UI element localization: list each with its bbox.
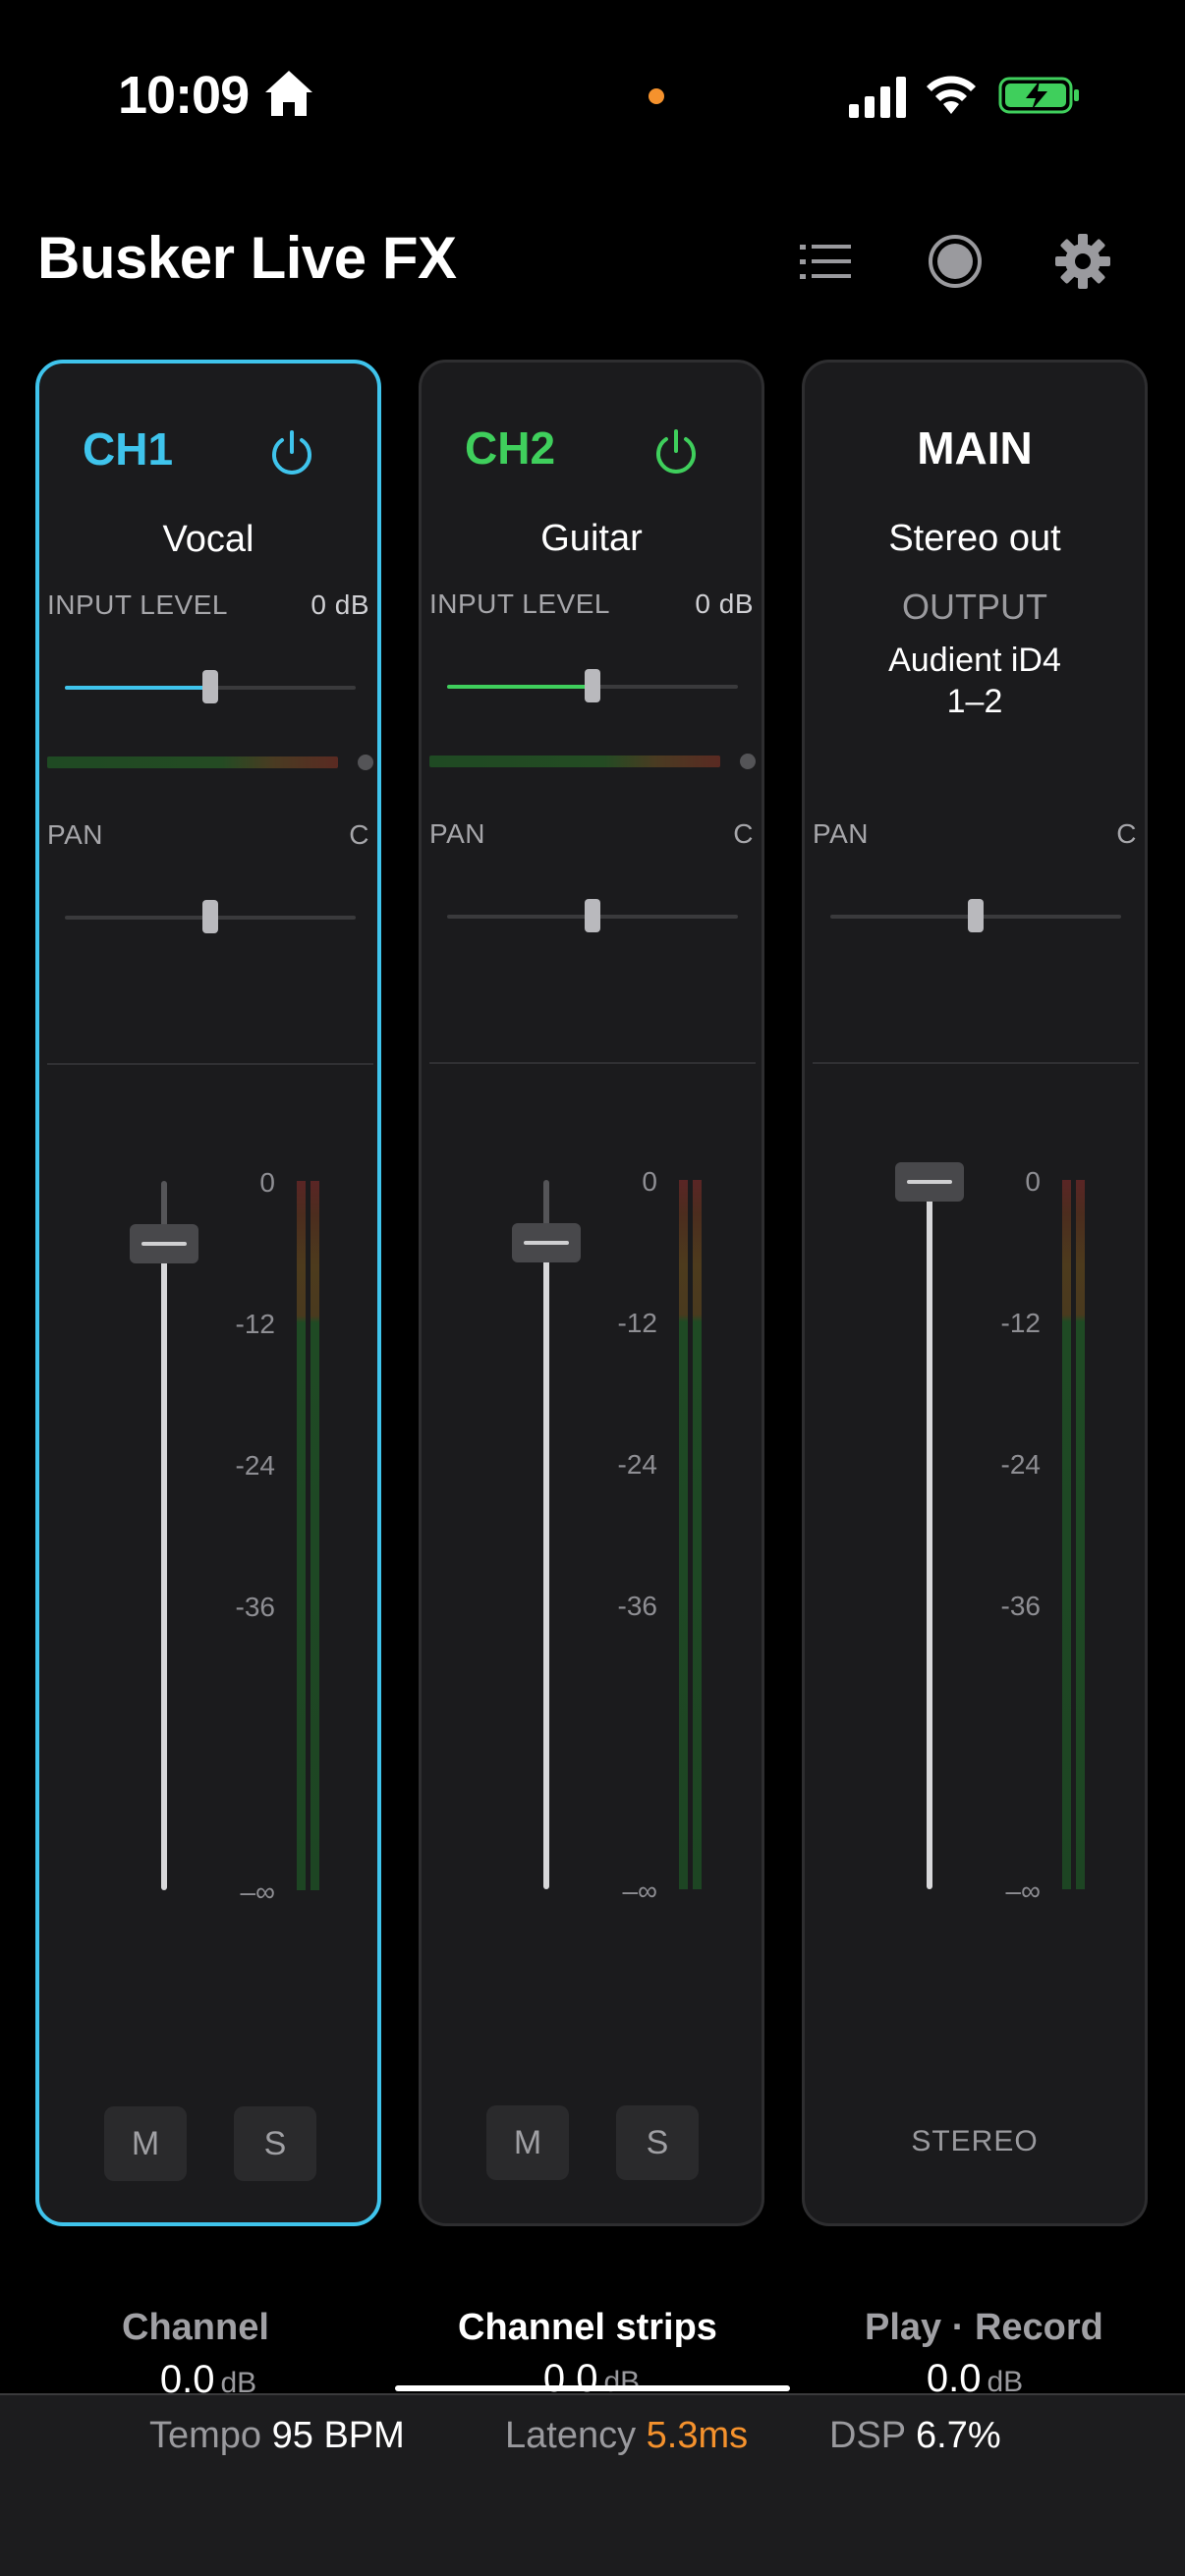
scale-36: -36 bbox=[235, 1592, 275, 1622]
channel-strip-ch2[interactable]: CH2 Guitar INPUT LEVEL 0 dB PAN C 0 -12 … bbox=[419, 360, 764, 2400]
scale-0: 0 bbox=[642, 1166, 657, 1197]
power-icon[interactable] bbox=[267, 428, 316, 477]
divider bbox=[47, 1063, 373, 1065]
scale-12: -12 bbox=[617, 1308, 657, 1338]
fader-track[interactable] bbox=[927, 1182, 932, 1889]
scale-0: 0 bbox=[1025, 1166, 1041, 1197]
fader-track[interactable] bbox=[161, 1244, 167, 1890]
scale-inf: –∞ bbox=[622, 1876, 657, 1906]
level-meter-left bbox=[1062, 1180, 1071, 1889]
clip-indicator bbox=[358, 755, 373, 770]
level-meter-right bbox=[693, 1180, 702, 1889]
dsp-readout: DSP 6.7% bbox=[829, 2415, 1001, 2456]
scale-36: -36 bbox=[617, 1591, 657, 1621]
channel-name: Guitar bbox=[540, 518, 643, 559]
tab-bar: Channel Channel strips Play · Record bbox=[0, 2277, 1185, 2395]
tab-play-record[interactable]: Play · Record bbox=[865, 2307, 1103, 2349]
input-level-label: INPUT LEVEL bbox=[429, 588, 610, 619]
channel-name: Stereo out bbox=[888, 518, 1061, 559]
fader-cap[interactable] bbox=[130, 1224, 198, 1263]
tab-channel[interactable]: Channel bbox=[122, 2307, 269, 2349]
channel-id: MAIN bbox=[917, 422, 1033, 474]
scale-12: -12 bbox=[235, 1309, 275, 1339]
fader-cap[interactable] bbox=[512, 1223, 581, 1262]
mute-button[interactable]: M bbox=[486, 2105, 569, 2180]
scale-inf: –∞ bbox=[1005, 1876, 1041, 1906]
scale-24: -24 bbox=[235, 1450, 275, 1481]
cellular-signal-icon bbox=[849, 77, 906, 118]
input-meter bbox=[47, 756, 338, 768]
tempo-readout: Tempo 95 BPM bbox=[149, 2415, 405, 2456]
pan-value: C bbox=[349, 819, 369, 850]
scale-12: -12 bbox=[1000, 1308, 1041, 1338]
channel-id: CH1 bbox=[83, 423, 174, 475]
pan-value: C bbox=[1116, 818, 1137, 849]
stereo-mode-label: STEREO bbox=[911, 2125, 1039, 2157]
pan-slider[interactable] bbox=[65, 900, 356, 933]
scale-24: -24 bbox=[1000, 1449, 1041, 1480]
pan-label: PAN bbox=[813, 818, 869, 849]
status-time: 10:09 bbox=[118, 66, 250, 125]
fader-track[interactable] bbox=[543, 1243, 549, 1889]
output-label: OUTPUT bbox=[902, 587, 1047, 627]
wifi-icon bbox=[927, 76, 976, 114]
battery-charging-icon bbox=[998, 77, 1079, 114]
latency-readout: Latency 5.3ms bbox=[505, 2415, 749, 2456]
channel-strip-main[interactable]: MAIN Stereo out OUTPUT Audient iD4 1–2 P… bbox=[802, 360, 1148, 2400]
scale-0: 0 bbox=[259, 1167, 275, 1198]
input-level-value: 0 dB bbox=[310, 589, 369, 620]
solo-button[interactable]: S bbox=[234, 2106, 316, 2181]
solo-button[interactable]: S bbox=[616, 2105, 699, 2180]
divider bbox=[429, 1062, 756, 1064]
input-level-slider[interactable] bbox=[65, 670, 356, 703]
input-meter bbox=[429, 756, 720, 767]
list-icon[interactable] bbox=[796, 232, 855, 291]
divider bbox=[813, 1062, 1139, 1064]
level-meter-left bbox=[679, 1180, 688, 1889]
channel-strip-ch1[interactable]: CH1 Vocal INPUT LEVEL 0 dB PAN C 0 -12 -… bbox=[35, 360, 381, 2401]
channel-name: Vocal bbox=[162, 519, 254, 560]
recording-indicator-dot bbox=[649, 88, 664, 104]
pan-label: PAN bbox=[47, 819, 103, 850]
mute-button[interactable]: M bbox=[104, 2106, 187, 2181]
scale-inf: –∞ bbox=[240, 1876, 275, 1907]
input-level-slider[interactable] bbox=[447, 669, 738, 702]
app-title: Busker Live FX bbox=[37, 225, 457, 291]
gear-icon[interactable] bbox=[1053, 232, 1112, 291]
power-icon[interactable] bbox=[651, 427, 701, 476]
pan-label: PAN bbox=[429, 818, 485, 849]
pan-slider[interactable] bbox=[447, 899, 738, 932]
level-meter-right bbox=[1076, 1180, 1085, 1889]
home-icon bbox=[265, 71, 312, 116]
scale-24: -24 bbox=[617, 1449, 657, 1480]
clip-indicator bbox=[740, 754, 756, 769]
pan-slider[interactable] bbox=[830, 899, 1121, 932]
input-level-value: 0 dB bbox=[695, 588, 754, 619]
scale-36: -36 bbox=[1000, 1591, 1041, 1621]
level-meter-right bbox=[310, 1181, 319, 1890]
tab-channel-strips[interactable]: Channel strips bbox=[458, 2307, 717, 2349]
input-level-label: INPUT LEVEL bbox=[47, 589, 228, 620]
pan-value: C bbox=[733, 818, 754, 849]
fader-cap[interactable] bbox=[895, 1162, 964, 1202]
output-device[interactable]: Audient iD4 1–2 bbox=[805, 640, 1145, 722]
active-tab-indicator bbox=[395, 2385, 790, 2391]
level-meter-left bbox=[297, 1181, 306, 1890]
record-icon[interactable] bbox=[926, 232, 985, 291]
channel-id: CH2 bbox=[465, 422, 556, 474]
